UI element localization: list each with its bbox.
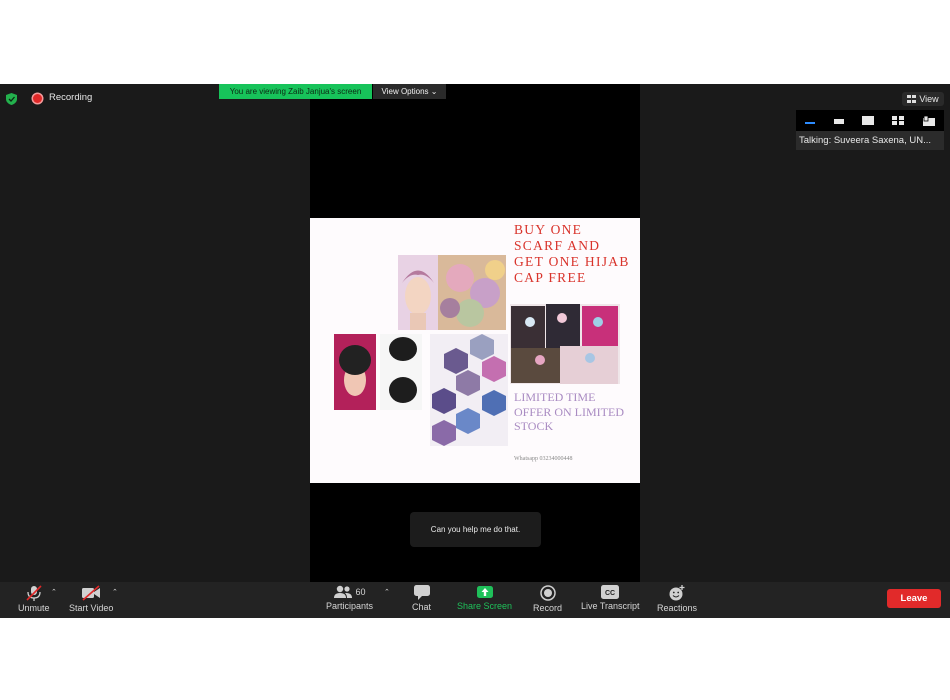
meeting-toolbar: Unmute ⌃ Start Video ⌃ 60 Participants ⌃… xyxy=(0,582,950,618)
caption-subtitle: Can you help me do that. xyxy=(410,512,541,547)
participants-icon xyxy=(333,585,352,598)
unmute-button[interactable]: Unmute xyxy=(18,585,50,613)
poster-whatsapp: Whatsapp 03234000448 xyxy=(514,456,573,462)
live-transcript-button[interactable]: CC Live Transcript xyxy=(581,585,640,611)
viewing-screen-banner: You are viewing Zaib Janjua's screen xyxy=(219,84,372,99)
closed-captions-icon: CC xyxy=(601,585,620,599)
zoom-meeting-window: Recording BUY ONE SCARF AND GET ONE HIJA… xyxy=(0,84,950,618)
active-speaker-label: Talking: Suveera Saxena, UN... xyxy=(796,131,944,150)
muted-microphone-icon xyxy=(26,585,42,601)
chat-bubble-icon xyxy=(413,585,430,600)
record-icon xyxy=(539,585,556,601)
participants-label: Participants xyxy=(326,601,374,611)
speaker-thumbnail-panel: Talking: Suveera Saxena, UN... xyxy=(796,110,944,150)
reactions-button[interactable]: Reactions xyxy=(657,585,697,613)
unmute-label: Unmute xyxy=(18,603,50,613)
leave-button[interactable]: Leave xyxy=(887,589,941,608)
start-video-label: Start Video xyxy=(69,603,114,613)
grid-icon xyxy=(907,95,917,103)
view-button[interactable]: View xyxy=(902,92,944,106)
poster-offer-text: LIMITED TIME OFFER ON LIMITED STOCK xyxy=(514,390,624,434)
view-options-label: View Options xyxy=(381,87,429,96)
poster-headline: BUY ONE SCARF AND GET ONE HIJAB CAP FREE xyxy=(514,222,630,285)
audio-options-caret-icon[interactable]: ⌃ xyxy=(51,588,57,596)
share-screen-icon xyxy=(476,586,493,598)
video-options-caret-icon[interactable]: ⌃ xyxy=(112,588,118,596)
view-button-label: View xyxy=(919,94,939,104)
start-video-button[interactable]: Start Video xyxy=(69,585,113,613)
chat-label: Chat xyxy=(412,602,432,612)
chevron-down-icon: ⌄ xyxy=(430,87,438,96)
reactions-smiley-icon xyxy=(669,585,685,601)
participants-options-caret-icon[interactable]: ⌃ xyxy=(384,588,390,596)
recording-label: Recording xyxy=(49,92,93,103)
view-options-button[interactable]: View Options ⌄ xyxy=(373,84,446,99)
reactions-label: Reactions xyxy=(657,603,698,613)
chat-button[interactable]: Chat xyxy=(412,585,431,612)
shared-screen-area: BUY ONE SCARF AND GET ONE HIJAB CAP FREE… xyxy=(310,84,640,584)
minimize-layout-icon[interactable] xyxy=(805,118,816,124)
record-button[interactable]: Record xyxy=(533,585,562,613)
participants-button[interactable]: 60 Participants xyxy=(326,585,373,611)
share-screen-label: Share Screen xyxy=(457,601,513,611)
live-transcript-label: Live Transcript xyxy=(581,601,640,611)
record-label: Record xyxy=(533,603,563,613)
single-layout-icon[interactable] xyxy=(861,116,874,125)
layout-switcher xyxy=(796,110,944,131)
participants-count: 60 xyxy=(355,587,366,597)
shared-poster-image: BUY ONE SCARF AND GET ONE HIJAB CAP FREE… xyxy=(310,218,640,483)
gallery-layout-icon[interactable] xyxy=(892,116,905,125)
video-off-icon xyxy=(82,585,101,601)
pin-layout-icon[interactable] xyxy=(922,115,935,126)
share-screen-button[interactable]: Share Screen xyxy=(457,585,512,611)
recording-indicator-icon xyxy=(33,94,42,103)
encryption-shield-icon[interactable] xyxy=(6,93,17,105)
svg-text:CC: CC xyxy=(605,590,615,597)
strip-layout-icon[interactable] xyxy=(833,118,844,124)
